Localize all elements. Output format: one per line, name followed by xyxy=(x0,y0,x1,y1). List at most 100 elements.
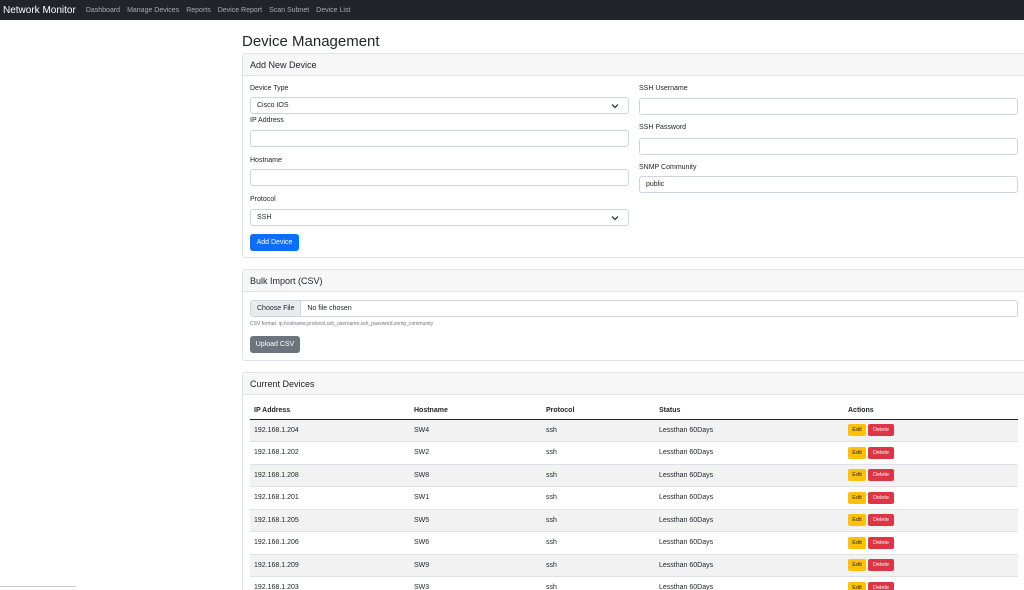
edit-button[interactable]: Edit xyxy=(848,581,866,590)
cell-status: Lessthan 60Days xyxy=(655,486,844,510)
add-device-card: Add New Device Device Type Cisco IOS IP … xyxy=(242,53,1024,258)
edit-button[interactable]: Edit xyxy=(848,446,866,459)
delete-button[interactable]: Delete xyxy=(868,559,894,572)
cell-actions: Edit Delete xyxy=(844,441,1018,465)
cell-actions: Edit Delete xyxy=(844,576,1018,590)
cell-actions: Edit Delete xyxy=(844,509,1018,532)
device-type-label: Device Type xyxy=(250,85,289,92)
table-row: 192.168.1.208 SW8 ssh Lessthan 60Days Ed… xyxy=(250,464,1018,487)
nav-link-device-list[interactable]: Device List xyxy=(316,7,350,14)
delete-button[interactable]: Delete xyxy=(868,469,894,482)
cell-protocol: ssh xyxy=(542,419,655,442)
cell-hostname: SW5 xyxy=(410,509,542,532)
current-devices-header: Current Devices xyxy=(243,373,1024,395)
delete-button[interactable]: Delete xyxy=(868,446,894,459)
table-row: 192.168.1.201 SW1 ssh Lessthan 60Days Ed… xyxy=(250,486,1018,510)
cell-ip: 192.168.1.202 xyxy=(250,441,410,465)
cell-actions: Edit Delete xyxy=(844,486,1018,510)
ssh-username-input[interactable] xyxy=(639,98,1018,115)
table-row: 192.168.1.206 SW6 ssh Lessthan 60Days Ed… xyxy=(250,531,1018,555)
cell-hostname: SW1 xyxy=(410,486,542,510)
cell-status: Lessthan 60Days xyxy=(655,554,844,577)
edit-button[interactable]: Edit xyxy=(848,469,866,482)
navbar-brand[interactable]: Network Monitor xyxy=(3,5,76,16)
cell-actions: Edit Delete xyxy=(844,419,1018,442)
column-header-status: Status xyxy=(655,403,844,420)
add-device-header: Add New Device xyxy=(243,54,1024,76)
top-navbar: Network Monitor Dashboard Manage Devices… xyxy=(0,0,1024,20)
cell-hostname: SW2 xyxy=(410,441,542,465)
snmp-community-value: public xyxy=(646,181,665,188)
cell-status: Lessthan 60Days xyxy=(655,531,844,555)
edit-button[interactable]: Edit xyxy=(848,536,866,549)
cell-hostname: SW6 xyxy=(410,531,542,555)
nav-link-dashboard[interactable]: Dashboard xyxy=(86,7,120,14)
cell-protocol: ssh xyxy=(542,441,655,465)
cell-hostname: SW4 xyxy=(410,419,542,442)
table-row: 192.168.1.205 SW5 ssh Lessthan 60Days Ed… xyxy=(250,509,1018,532)
cell-status: Lessthan 60Days xyxy=(655,509,844,532)
chevron-down-icon xyxy=(611,216,619,221)
hostname-input[interactable] xyxy=(250,169,629,186)
edit-button[interactable]: Edit xyxy=(848,424,866,437)
ssh-password-input[interactable] xyxy=(639,138,1018,155)
choose-file-button[interactable]: Choose File xyxy=(251,301,302,316)
cell-protocol: ssh xyxy=(542,576,655,590)
page-title: Device Management xyxy=(242,33,380,50)
device-type-select[interactable]: Cisco IOS xyxy=(250,97,629,114)
column-header-hostname: Hostname xyxy=(410,403,542,420)
protocol-value: SSH xyxy=(257,214,272,221)
delete-button[interactable]: Delete xyxy=(868,491,894,504)
cell-status: Lessthan 60Days xyxy=(655,419,844,442)
cell-hostname: SW8 xyxy=(410,464,542,487)
cell-ip: 192.168.1.204 xyxy=(250,419,410,442)
cell-status: Lessthan 60Days xyxy=(655,576,844,590)
upload-csv-button[interactable]: Upload CSV xyxy=(250,336,300,353)
cell-ip: 192.168.1.201 xyxy=(250,486,410,510)
add-device-button[interactable]: Add Device xyxy=(250,234,299,251)
table-header-row: IP Address Hostname Protocol Status Acti… xyxy=(250,403,1018,420)
cell-ip: 192.168.1.208 xyxy=(250,464,410,487)
cell-actions: Edit Delete xyxy=(844,531,1018,555)
edit-button[interactable]: Edit xyxy=(848,559,866,572)
divider xyxy=(0,586,76,587)
delete-button[interactable]: Delete xyxy=(868,581,894,590)
table-row: 192.168.1.204 SW4 ssh Lessthan 60Days Ed… xyxy=(250,419,1018,442)
device-type-value: Cisco IOS xyxy=(257,102,289,109)
ssh-password-label: SSH Password xyxy=(639,124,687,131)
ssh-username-label: SSH Username xyxy=(639,85,688,92)
snmp-community-input[interactable]: public xyxy=(639,176,1018,193)
protocol-select[interactable]: SSH xyxy=(250,209,629,226)
cell-ip: 192.168.1.203 xyxy=(250,576,410,590)
delete-button[interactable]: Delete xyxy=(868,536,894,549)
cell-hostname: SW9 xyxy=(410,554,542,577)
cell-status: Lessthan 60Days xyxy=(655,441,844,465)
hostname-label: Hostname xyxy=(250,157,282,164)
delete-button[interactable]: Delete xyxy=(868,424,894,437)
table-row: 192.168.1.203 SW3 ssh Lessthan 60Days Ed… xyxy=(250,576,1018,590)
chevron-down-icon xyxy=(611,104,619,109)
csv-format-hint: CSV format: ip,hostname,protocol,ssh_use… xyxy=(250,321,434,327)
cell-protocol: ssh xyxy=(542,464,655,487)
delete-button[interactable]: Delete xyxy=(868,514,894,527)
edit-button[interactable]: Edit xyxy=(848,514,866,527)
cell-hostname: SW3 xyxy=(410,576,542,590)
edit-button[interactable]: Edit xyxy=(848,491,866,504)
cell-protocol: ssh xyxy=(542,486,655,510)
nav-link-manage-devices[interactable]: Manage Devices xyxy=(127,7,179,14)
cell-ip: 192.168.1.206 xyxy=(250,531,410,555)
devices-table: IP Address Hostname Protocol Status Acti… xyxy=(250,403,1018,590)
csv-file-input[interactable]: Choose File No file chosen xyxy=(250,300,1018,317)
ip-address-label: IP Address xyxy=(250,117,284,124)
column-header-protocol: Protocol xyxy=(542,403,655,420)
bulk-import-header: Bulk Import (CSV) xyxy=(243,270,1024,292)
cell-protocol: ssh xyxy=(542,554,655,577)
nav-link-device-report[interactable]: Device Report xyxy=(218,7,262,14)
column-header-ip: IP Address xyxy=(250,403,410,420)
table-row: 192.168.1.209 SW9 ssh Lessthan 60Days Ed… xyxy=(250,554,1018,577)
ip-address-input[interactable] xyxy=(250,130,629,147)
bulk-import-card: Bulk Import (CSV) Choose File No file ch… xyxy=(242,269,1024,361)
nav-link-scan-subnet[interactable]: Scan Subnet xyxy=(269,7,309,14)
nav-link-reports[interactable]: Reports xyxy=(186,7,211,14)
cell-ip: 192.168.1.205 xyxy=(250,509,410,532)
